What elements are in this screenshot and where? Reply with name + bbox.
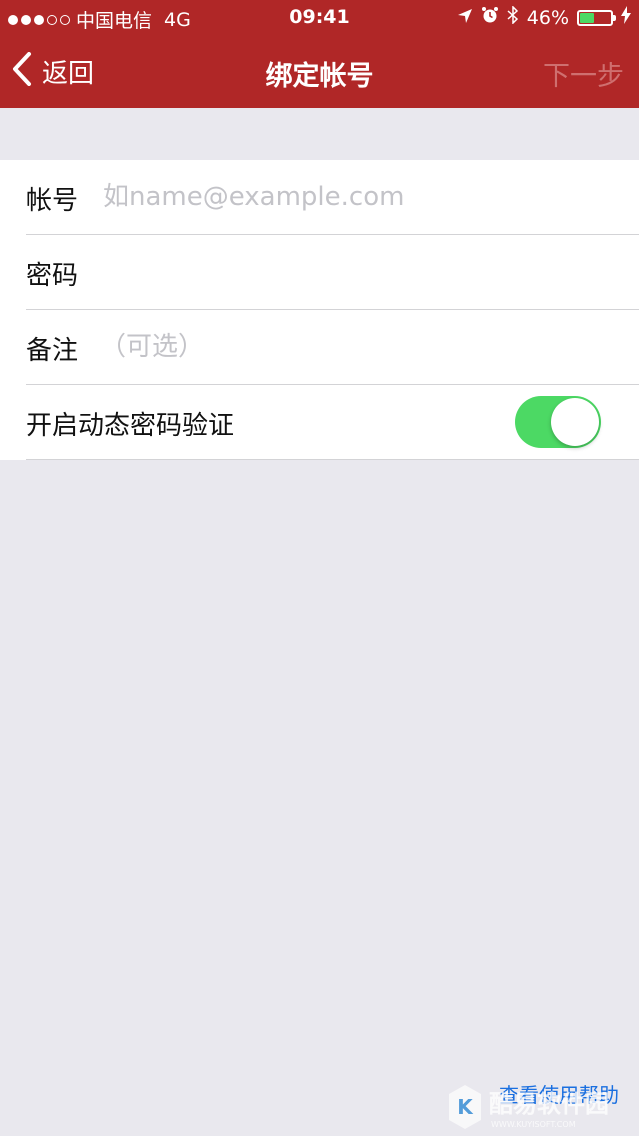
dynamic-password-toggle[interactable] — [515, 396, 601, 448]
nav-bar: 返回 绑定帐号 下一步 — [0, 36, 639, 108]
watermark-subtext: WWW.KUYISOFT.COM — [491, 1120, 576, 1129]
watermark-logo: K 酷易软件园 WWW.KUYISOFT.COM — [449, 1085, 609, 1129]
alarm-icon — [481, 6, 499, 29]
dynamic-password-label: 开启动态密码验证 — [26, 411, 235, 441]
account-input[interactable] — [103, 174, 619, 220]
dynamic-password-row: 开启动态密码验证 — [0, 385, 639, 460]
account-form: 帐号 密码 备注 开启动态密码验证 — [0, 160, 639, 460]
note-label: 备注 — [26, 336, 79, 366]
top-bar: 中国电信 4G 09:41 46% 返回 绑定帐号 下一步 — [0, 0, 639, 108]
bluetooth-icon — [507, 5, 519, 29]
password-label: 密码 — [26, 261, 79, 291]
charging-icon — [621, 6, 631, 29]
next-step-button[interactable]: 下一步 — [543, 54, 624, 93]
password-input[interactable] — [103, 249, 619, 295]
battery-icon — [577, 9, 616, 26]
note-row: 备注 — [0, 310, 639, 385]
battery-level-fill — [580, 12, 594, 23]
svg-text:K: K — [457, 1095, 474, 1119]
password-row: 密码 — [0, 235, 639, 310]
note-input[interactable] — [100, 324, 619, 370]
status-right: 46% — [457, 5, 631, 29]
toggle-knob — [551, 398, 599, 446]
account-row: 帐号 — [0, 160, 639, 235]
status-bar: 中国电信 4G 09:41 46% — [0, 0, 639, 36]
watermark-text: 酷易软件园 — [489, 1090, 609, 1118]
account-label: 帐号 — [26, 186, 79, 216]
battery-percent: 46% — [526, 6, 569, 29]
location-icon — [457, 7, 473, 29]
